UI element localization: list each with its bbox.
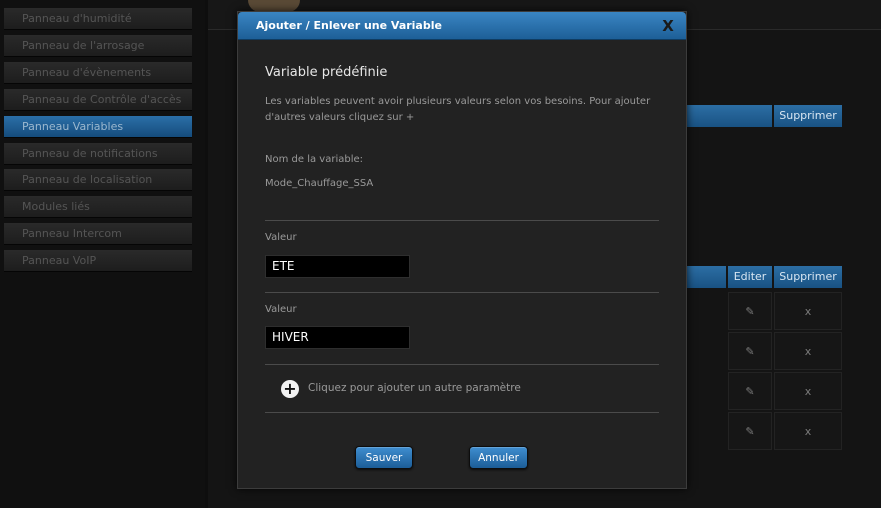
table2-header-filler [686,266,726,288]
dialog-header: Ajouter / Enlever une Variable X [238,12,686,40]
variable-name-value: Mode_Chauffage_SSA [265,178,374,189]
sidebar-item-controle-acces[interactable]: Panneau de Contrôle d'accès [4,89,192,111]
pencil-icon[interactable]: ✎ [745,385,754,398]
sidebar-item-notifications[interactable]: Panneau de notifications [4,143,192,165]
sidebar-item-variables[interactable]: Panneau Variables [4,116,192,138]
sidebar-item-evenements[interactable]: Panneau d'évènements [4,62,192,84]
edit-cell[interactable]: ✎ [728,292,772,330]
divider [265,220,659,221]
delete-cell[interactable]: x [774,292,842,330]
dialog-description: Les variables peuvent avoir plusieurs va… [265,96,651,123]
edit-cell[interactable]: ✎ [728,412,772,450]
value-input[interactable]: HIVER [265,326,410,349]
variable-dialog: Ajouter / Enlever une Variable X Variabl… [237,11,687,489]
sidebar-nav: Panneau d'humidité Panneau de l'arrosage… [0,0,205,508]
divider [265,412,659,413]
table1-header-filler [686,105,772,127]
pencil-icon[interactable]: ✎ [745,305,754,318]
variable-name-label: Nom de la variable: [265,154,363,165]
sidebar-item-localisation[interactable]: Panneau de localisation [4,169,192,191]
divider [265,292,659,293]
edit-cell[interactable]: ✎ [728,372,772,410]
delete-icon[interactable]: x [805,345,812,358]
delete-cell[interactable]: x [774,412,842,450]
table2-edit-header: Editer [728,266,772,288]
delete-cell[interactable]: x [774,332,842,370]
dialog-title: Ajouter / Enlever une Variable [256,19,442,32]
delete-icon[interactable]: x [805,425,812,438]
table2-delete-header: Supprimer [774,266,842,288]
value-label: Valeur [265,304,297,315]
delete-icon[interactable]: x [805,305,812,318]
close-icon[interactable]: X [660,17,676,35]
pencil-icon[interactable]: ✎ [745,345,754,358]
sidebar-item-humidite[interactable]: Panneau d'humidité [4,8,192,30]
divider [265,364,659,365]
pencil-icon[interactable]: ✎ [745,425,754,438]
sidebar-item-voip[interactable]: Panneau VoIP [4,250,192,272]
table1-delete-header: Supprimer [774,105,842,127]
save-button[interactable]: Sauver [355,446,413,469]
delete-icon[interactable]: x [805,385,812,398]
value-input[interactable]: ETE [265,255,410,278]
value-label: Valeur [265,232,297,243]
add-parameter-icon[interactable]: + [281,380,299,398]
dialog-heading: Variable prédéfinie [265,65,388,80]
cancel-button[interactable]: Annuler [469,446,528,469]
sidebar-item-modules-lies[interactable]: Modules liés [4,196,192,218]
sidebar-item-arrosage[interactable]: Panneau de l'arrosage [4,35,192,57]
delete-cell[interactable]: x [774,372,842,410]
edit-cell[interactable]: ✎ [728,332,772,370]
sidebar-item-intercom[interactable]: Panneau Intercom [4,223,192,245]
add-parameter-link[interactable]: Cliquez pour ajouter un autre paramètre [308,382,521,394]
